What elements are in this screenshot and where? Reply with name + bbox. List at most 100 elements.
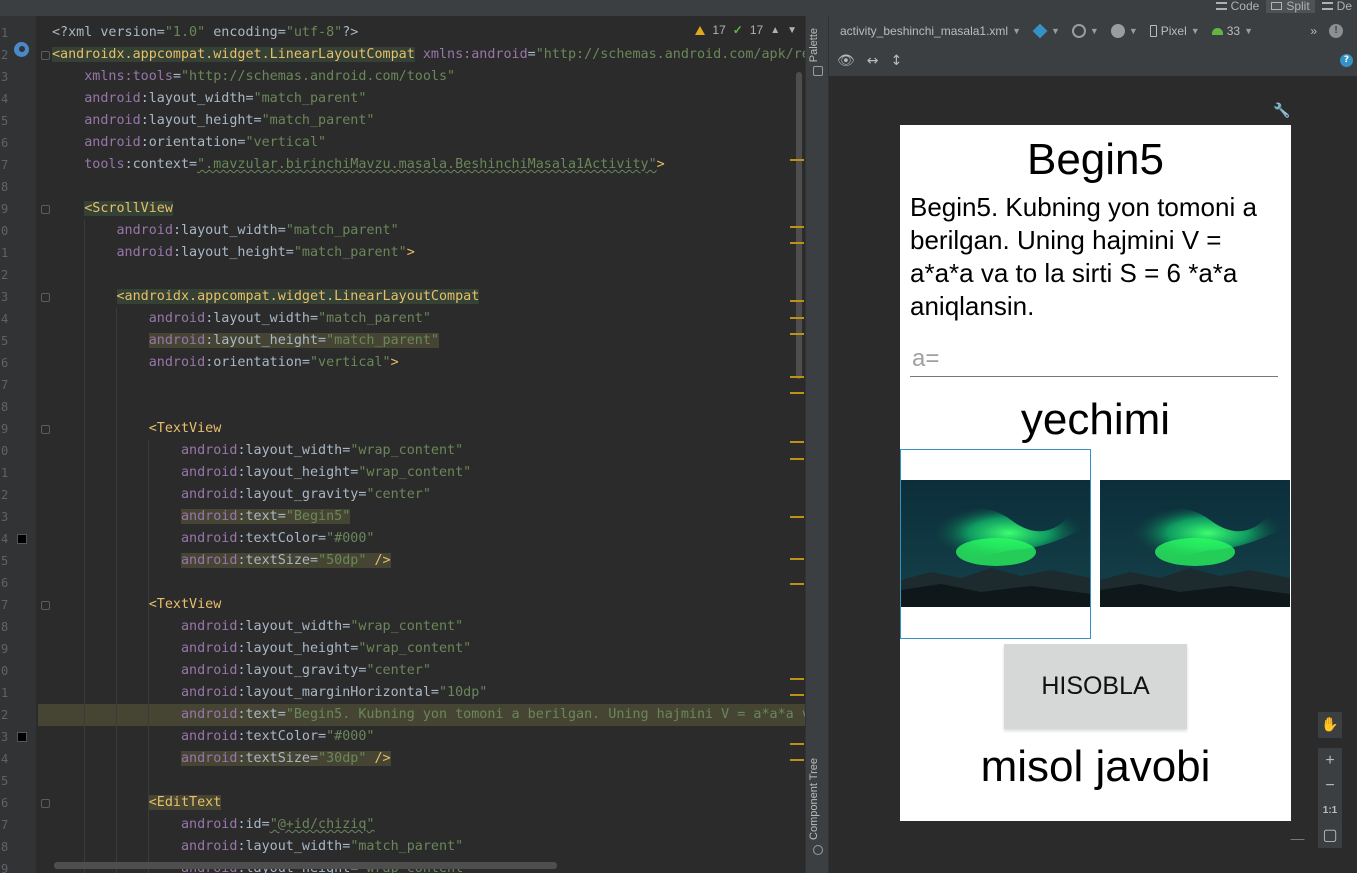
code-line[interactable]: android:id="@+id/chiziq"	[52, 814, 375, 836]
scrollbar-warning-mark[interactable]	[790, 583, 804, 585]
scrollbar-warning-mark[interactable]	[790, 317, 804, 319]
code-line[interactable]: android:layout_gravity="center"	[52, 660, 431, 682]
code-line[interactable]: android:textColor="#000"	[52, 528, 375, 550]
code-line[interactable]: android:orientation="vertical"	[52, 132, 326, 154]
code-view-icon	[1215, 2, 1227, 10]
xml-code-editor[interactable]: <?xml version="1.0" encoding="utf-8"?> <a…	[0, 16, 805, 873]
code-line[interactable]: android:layout_width="wrap_content"	[52, 440, 463, 462]
fold-marker-icon[interactable]	[41, 293, 50, 302]
code-line[interactable]: android:layout_height="match_parent"	[52, 110, 374, 132]
fold-marker-icon[interactable]	[41, 51, 50, 60]
preview-solution-label[interactable]: yechimi	[900, 391, 1291, 449]
preview-hisobla-button[interactable]: HISOBLA	[1004, 644, 1187, 729]
api-level-selector[interactable]: 33 ▼	[1206, 24, 1259, 38]
zoom-to-fit-button[interactable]: ▢	[1318, 823, 1342, 848]
code-line[interactable]: android:layout_width="match_parent"	[52, 88, 366, 110]
scrollbar-warning-mark[interactable]	[790, 759, 804, 761]
scrollbar-warning-mark[interactable]	[790, 743, 804, 745]
code-line[interactable]: <?xml version="1.0" encoding="utf-8"?>	[52, 22, 358, 44]
vertical-resize-icon[interactable]: ↕	[891, 53, 903, 69]
preview-task-text[interactable]: Begin5. Kubning yon tomoni a berilgan. U…	[910, 191, 1281, 323]
issues-button[interactable]: !	[1323, 24, 1357, 38]
wrench-icon[interactable]: 🔧	[1273, 103, 1290, 119]
code-line[interactable]: android:text="Begin5"	[52, 506, 351, 528]
component-tree-tab[interactable]: Component Tree	[808, 758, 820, 840]
code-line[interactable]: android:layout_width="match_parent"	[52, 308, 431, 330]
inspection-widget[interactable]: 17 ✓ 17 ▲ ▼	[695, 16, 805, 44]
code-line[interactable]: <TextView	[52, 594, 222, 616]
code-line[interactable]: tools:context=".mavzular.birinchiMavzu.m…	[52, 154, 664, 176]
scrollbar-warning-mark[interactable]	[790, 558, 804, 560]
scrollbar-warning-mark[interactable]	[790, 242, 804, 244]
scrollbar-warning-mark[interactable]	[790, 300, 804, 302]
scrollbar-warning-mark[interactable]	[790, 159, 804, 161]
code-line[interactable]: android:layout_width="wrap_content"	[52, 616, 463, 638]
code-line[interactable]: android:layout_width="match_parent"	[52, 220, 399, 242]
fold-marker-icon[interactable]	[41, 601, 50, 610]
component-preview-gutter-icon[interactable]	[14, 42, 29, 57]
code-line[interactable]: <EditText	[52, 792, 222, 814]
code-line[interactable]: android:layout_height="wrap_content"	[52, 462, 471, 484]
code-line[interactable]: android:layout_height="match_parent">	[52, 242, 415, 264]
fold-marker-icon[interactable]	[41, 799, 50, 808]
color-swatch-icon[interactable]	[17, 732, 27, 742]
line-number: 5	[1, 114, 9, 128]
code-line[interactable]: android:textSize="50dp" />	[52, 550, 391, 572]
code-line[interactable]: android:text="Begin5. Kubning yon tomoni…	[52, 704, 805, 726]
orientation-button[interactable]: ▼	[1066, 24, 1105, 38]
code-line[interactable]: <androidx.appcompat.widget.LinearLayoutC…	[52, 286, 480, 308]
fold-marker-icon[interactable]	[41, 205, 50, 214]
more-actions-button[interactable]: »	[1304, 24, 1323, 38]
preview-a-input[interactable]	[910, 341, 1278, 377]
code-line[interactable]: android:layout_height="wrap_content"	[52, 638, 471, 660]
code-line[interactable]: android:layout_height="match_parent"	[52, 330, 439, 352]
eye-icon[interactable]: 👁	[837, 53, 855, 69]
editor-horizontal-scrollbar[interactable]	[54, 862, 557, 869]
scrollbar-warning-mark[interactable]	[790, 333, 804, 335]
code-line[interactable]: <TextView	[52, 418, 222, 440]
preview-answer-text[interactable]: misol javobi	[900, 738, 1291, 796]
scrollbar-warning-mark[interactable]	[790, 516, 804, 518]
night-mode-button[interactable]: ▼	[1105, 24, 1144, 38]
code-line[interactable]: <ScrollView	[52, 198, 173, 220]
view-mode-split[interactable]: Split	[1266, 0, 1315, 13]
design-surface-button[interactable]: ▼	[1027, 23, 1066, 39]
view-mode-code[interactable]: Code	[1211, 0, 1265, 13]
preview-title-text[interactable]: Begin5	[900, 131, 1291, 189]
code-line[interactable]: android:layout_width="match_parent"	[52, 836, 463, 858]
code-line[interactable]: android:orientation="vertical">	[52, 352, 399, 374]
scrollbar-warning-mark[interactable]	[790, 392, 804, 394]
help-icon[interactable]: ?	[1340, 54, 1353, 67]
next-highlight-icon[interactable]: ▼	[787, 25, 797, 36]
code-line[interactable]: android:textSize="30dp" />	[52, 748, 391, 770]
code-line[interactable]: android:layout_gravity="center"	[52, 484, 431, 506]
palette-tab[interactable]: Palette	[808, 28, 820, 62]
scrollbar-warning-mark[interactable]	[790, 678, 804, 680]
preview-aurora-image-right[interactable]	[1100, 480, 1290, 607]
code-line[interactable]: <androidx.appcompat.widget.LinearLayoutC…	[52, 44, 805, 66]
zoom-out-button[interactable]: −	[1318, 773, 1342, 798]
horizontal-resize-icon[interactable]: ↔	[867, 53, 879, 69]
code-line[interactable]: android:layout_marginHorizontal="10dp"	[52, 682, 487, 704]
line-number: 4	[1, 312, 9, 326]
code-line[interactable]: android:textColor="#000"	[52, 726, 375, 748]
zoom-in-button[interactable]: +	[1318, 748, 1342, 773]
scrollbar-warning-mark[interactable]	[790, 376, 804, 378]
line-number: 0	[1, 224, 9, 238]
design-canvas[interactable]: 🔧 Begin5 Begin5. Kubning yon tomoni a be…	[829, 76, 1357, 873]
code-line[interactable]: xmlns:tools="http://schemas.android.com/…	[52, 66, 455, 88]
color-swatch-icon[interactable]	[17, 534, 27, 544]
previous-highlight-icon[interactable]: ▲	[770, 25, 780, 36]
resize-grip-icon[interactable]	[1290, 826, 1318, 840]
fold-marker-icon[interactable]	[41, 425, 50, 434]
pan-hand-icon[interactable]: ✋	[1318, 712, 1342, 738]
zoom-actual-size-button[interactable]: 1:1	[1318, 798, 1342, 823]
scrollbar-warning-mark[interactable]	[790, 458, 804, 460]
scrollbar-warning-mark[interactable]	[790, 441, 804, 443]
device-preview-screen[interactable]: Begin5 Begin5. Kubning yon tomoni a beri…	[900, 125, 1291, 821]
scrollbar-warning-mark[interactable]	[790, 226, 804, 228]
device-selector[interactable]: Pixel ▼	[1144, 24, 1206, 38]
scrollbar-warning-mark[interactable]	[790, 694, 804, 696]
view-mode-design[interactable]: De	[1317, 0, 1357, 13]
file-selector[interactable]: activity_beshinchi_masala1.xml ▼	[829, 24, 1027, 38]
